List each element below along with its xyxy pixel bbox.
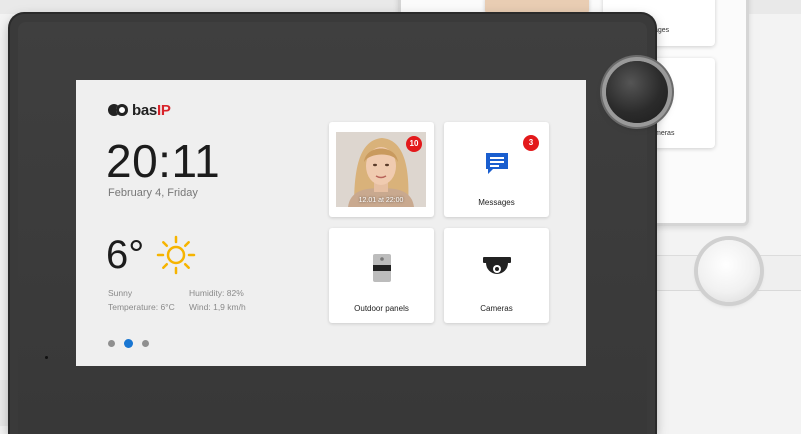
logo-mark-icon xyxy=(108,104,130,116)
outdoor-panel-icon xyxy=(372,254,391,282)
messages-count-badge: 3 xyxy=(523,135,539,151)
weather-details-left: Sunny Temperature: 6°C xyxy=(108,286,175,314)
weather-details-right: Humidity: 82% Wind: 1,9 km/h xyxy=(189,286,246,314)
clock-time: 20:11 xyxy=(106,135,221,187)
logo-accent: IP xyxy=(156,101,171,119)
weather-temperature: 6° xyxy=(106,233,145,277)
message-icon xyxy=(485,153,508,174)
outdoor-panels-label: Outdoor panels xyxy=(354,304,409,313)
logo-text: basIP xyxy=(132,101,171,119)
visitor-photo-tile[interactable]: 12.01 at 22:00 10 xyxy=(329,122,434,217)
photo-count-badge: 10 xyxy=(406,136,422,152)
messages-label: Messages xyxy=(478,198,515,207)
background-white-knob xyxy=(698,240,760,302)
brand-logo: basIP xyxy=(108,101,171,119)
cameras-tile[interactable]: Cameras xyxy=(444,228,549,323)
clock-date: February 4, Friday xyxy=(108,187,198,199)
background-photo-tile xyxy=(485,0,589,14)
messages-tile[interactable]: 3 Messages xyxy=(444,122,549,217)
weather-condition: Sunny xyxy=(108,288,133,298)
photo-timestamp: 12.01 at 22:00 xyxy=(358,197,404,204)
page-indicator xyxy=(108,339,149,348)
weather-temperature-detail: Temperature: 6°C xyxy=(108,302,175,312)
background-cameras-label: meras xyxy=(655,130,675,137)
page-dot[interactable] xyxy=(108,340,115,347)
page-dot[interactable] xyxy=(142,340,149,347)
device-control-knob[interactable] xyxy=(606,61,668,123)
cameras-label: Cameras xyxy=(480,304,513,313)
device-sensor xyxy=(45,356,48,359)
outdoor-panels-tile[interactable]: Outdoor panels xyxy=(329,228,434,323)
weather-wind: Wind: 1,9 km/h xyxy=(189,302,246,312)
weather-humidity: Humidity: 82% xyxy=(189,288,244,298)
sun-icon xyxy=(156,235,196,275)
page-dot-active[interactable] xyxy=(124,339,133,348)
camera-icon xyxy=(482,257,511,274)
device-screen: basIP 20:11 February 4, Friday 6° Sunny … xyxy=(76,80,586,366)
